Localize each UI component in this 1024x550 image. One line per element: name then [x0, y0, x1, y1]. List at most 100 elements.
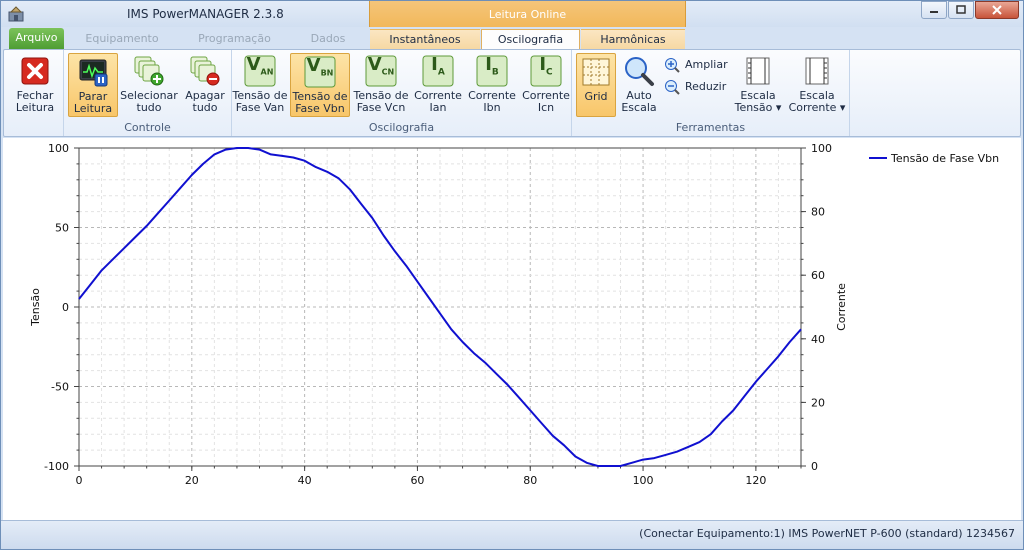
- parar-label-2: Leitura: [73, 102, 113, 115]
- ian-icon: IA: [422, 55, 454, 87]
- y-right-tick-label: 80: [811, 206, 825, 219]
- y-right-tick-label: 40: [811, 333, 825, 346]
- selecionar-tudo-button[interactable]: Selecionar tudo: [120, 53, 178, 117]
- minimize-icon: [930, 11, 938, 13]
- context-tab-header: Leitura Online: [369, 1, 686, 27]
- tab-dados[interactable]: Dados: [297, 29, 359, 49]
- tensao-vcn-button[interactable]: VCN Tensão de Fase Vcn: [352, 53, 410, 117]
- app-icon[interactable]: [8, 6, 24, 22]
- group-label-ferramentas: Ferramentas: [675, 121, 746, 134]
- close-button[interactable]: [975, 1, 1019, 19]
- x-tick-label: 80: [523, 474, 537, 487]
- selecionar-label-2: tudo: [136, 101, 162, 114]
- y-left-tick-label: 0: [62, 301, 69, 314]
- minimize-button[interactable]: [921, 1, 947, 19]
- y-right-tick-label: 100: [811, 142, 832, 155]
- corrente-ian-button[interactable]: IA Corrente Ian: [412, 53, 464, 117]
- y-left-tick-label: 50: [55, 222, 69, 235]
- vbn-icon-main: V: [306, 55, 321, 76]
- x-tick-label: 0: [76, 474, 83, 487]
- fechar-label-2: Leitura: [15, 101, 55, 114]
- maximize-button[interactable]: [948, 1, 974, 19]
- legend-label: Tensão de Fase Vbn: [890, 152, 999, 165]
- tab-harmonicas[interactable]: Harmônicas: [581, 29, 685, 49]
- ampliar-button[interactable]: Ampliar: [664, 56, 728, 74]
- vcn-icon-sub: CN: [381, 67, 395, 77]
- y-right-tick-label: 20: [811, 396, 825, 409]
- group-oscilografia: VAN Tensão de Fase Van VBN Tensão de Fas…: [232, 50, 572, 136]
- tab-equipamento[interactable]: Equipamento: [73, 29, 171, 49]
- current-scale-icon: [801, 55, 833, 87]
- escala-tensao-label-2: Tensão ▾: [734, 101, 782, 114]
- delete-all-icon: [189, 55, 221, 87]
- ibn-label-2: Ibn: [483, 101, 501, 114]
- chart-ticks: 0 20 40 60 80 100 120 -100 -50 0 50 100 0 20 40 60 80 100: [44, 142, 832, 487]
- vbn-icon: VBN: [304, 56, 336, 88]
- close-icon: [992, 5, 1002, 15]
- group-label-controle: Controle: [124, 121, 171, 134]
- corrente-icn-button[interactable]: IC Corrente Icn: [520, 53, 572, 117]
- oscillograph-chart[interactable]: 0 20 40 60 80 100 120 -100 -50 0 50 100 0 20 40 60 80 100…: [3, 138, 1021, 520]
- corrente-ibn-button[interactable]: IB Corrente Ibn: [466, 53, 518, 117]
- y-right-tick-label: 60: [811, 269, 825, 282]
- apagar-tudo-button[interactable]: Apagar tudo: [180, 53, 230, 117]
- zoom-in-icon: [664, 57, 680, 73]
- auto-label-2: Escala: [621, 101, 657, 114]
- chart-grid: [78, 147, 802, 467]
- x-tick-label: 20: [185, 474, 199, 487]
- tab-instantaneos[interactable]: Instantâneos: [370, 29, 480, 49]
- reduzir-label: Reduzir: [685, 80, 727, 93]
- apagar-label-2: tudo: [192, 101, 218, 114]
- y-axis-label-left: Tensão: [29, 288, 42, 327]
- ian-label-2: Ian: [429, 101, 447, 114]
- van-label-2: Fase Van: [235, 101, 285, 114]
- ian-icon-main: I: [431, 54, 438, 75]
- icn-icon-sub: C: [546, 67, 553, 78]
- x-tick-label: 60: [410, 474, 424, 487]
- grid-icon: [580, 56, 612, 88]
- ampliar-label: Ampliar: [685, 58, 728, 71]
- ibn-icon-sub: B: [491, 67, 499, 78]
- icn-icon: IC: [530, 55, 562, 87]
- group-controle: Parar Leitura Selecionar tudo Apagar tud…: [64, 50, 232, 136]
- fechar-leitura-button[interactable]: Fechar Leitura: [10, 53, 60, 117]
- vcn-label-2: Fase Vcn: [356, 101, 406, 114]
- escala-corrente-button[interactable]: Escala Corrente ▾: [788, 53, 846, 117]
- tab-arquivo[interactable]: Arquivo: [9, 28, 64, 49]
- ribbon: Fechar Leitura Parar Leitura Selecionar …: [3, 49, 1021, 137]
- window-controls: [920, 1, 1019, 19]
- escala-corrente-label-2: Corrente ▾: [788, 101, 846, 114]
- group-fechar: Fechar Leitura: [4, 50, 64, 136]
- escala-tensao-button[interactable]: Escala Tensão ▾: [732, 53, 784, 117]
- van-icon-main: V: [246, 54, 261, 75]
- ibn-icon-main: I: [485, 54, 492, 75]
- stop-reading-icon: [77, 56, 109, 88]
- close-reading-icon: [19, 55, 51, 87]
- status-bar: (Conectar Equipamento:1) IMS PowerNET P-…: [1, 520, 1023, 549]
- y-left-tick-label: 100: [48, 142, 69, 155]
- group-ferramentas: Grid Auto Escala Ampliar Reduzir Escala …: [572, 50, 850, 136]
- chart-legend[interactable]: Tensão de Fase Vbn: [869, 152, 999, 165]
- oscillograph-chart-area: 0 20 40 60 80 100 120 -100 -50 0 50 100 0 20 40 60 80 100…: [3, 138, 1021, 520]
- title-bar: IMS PowerMANAGER 2.3.8 Leitura Online: [1, 1, 1023, 27]
- auto-escala-button[interactable]: Auto Escala: [618, 53, 660, 117]
- y-left-tick-label: -50: [51, 381, 69, 394]
- icn-label-2: Icn: [537, 101, 555, 114]
- x-tick-label: 100: [633, 474, 654, 487]
- tab-programacao[interactable]: Programação: [187, 29, 282, 49]
- reduzir-button[interactable]: Reduzir: [664, 78, 728, 96]
- tensao-vbn-button[interactable]: VBN Tensão de Fase Vbn: [290, 53, 350, 117]
- vcn-icon: VCN: [365, 55, 397, 87]
- ian-icon-sub: A: [437, 67, 445, 78]
- y-axis-label-right: Corrente: [835, 283, 848, 331]
- x-tick-label: 40: [298, 474, 312, 487]
- context-header-label: Leitura Online: [488, 8, 567, 21]
- tab-oscilografia[interactable]: Oscilografia: [481, 29, 580, 49]
- app-window: IMS PowerMANAGER 2.3.8 Leitura Online Ar…: [0, 0, 1024, 550]
- vbn-label-2: Fase Vbn: [295, 102, 345, 115]
- parar-leitura-button[interactable]: Parar Leitura: [68, 53, 118, 117]
- tensao-van-button[interactable]: VAN Tensão de Fase Van: [232, 53, 288, 117]
- grid-button[interactable]: Grid: [576, 53, 616, 117]
- group-label-oscilografia: Oscilografia: [368, 121, 435, 134]
- voltage-scale-icon: [742, 55, 774, 87]
